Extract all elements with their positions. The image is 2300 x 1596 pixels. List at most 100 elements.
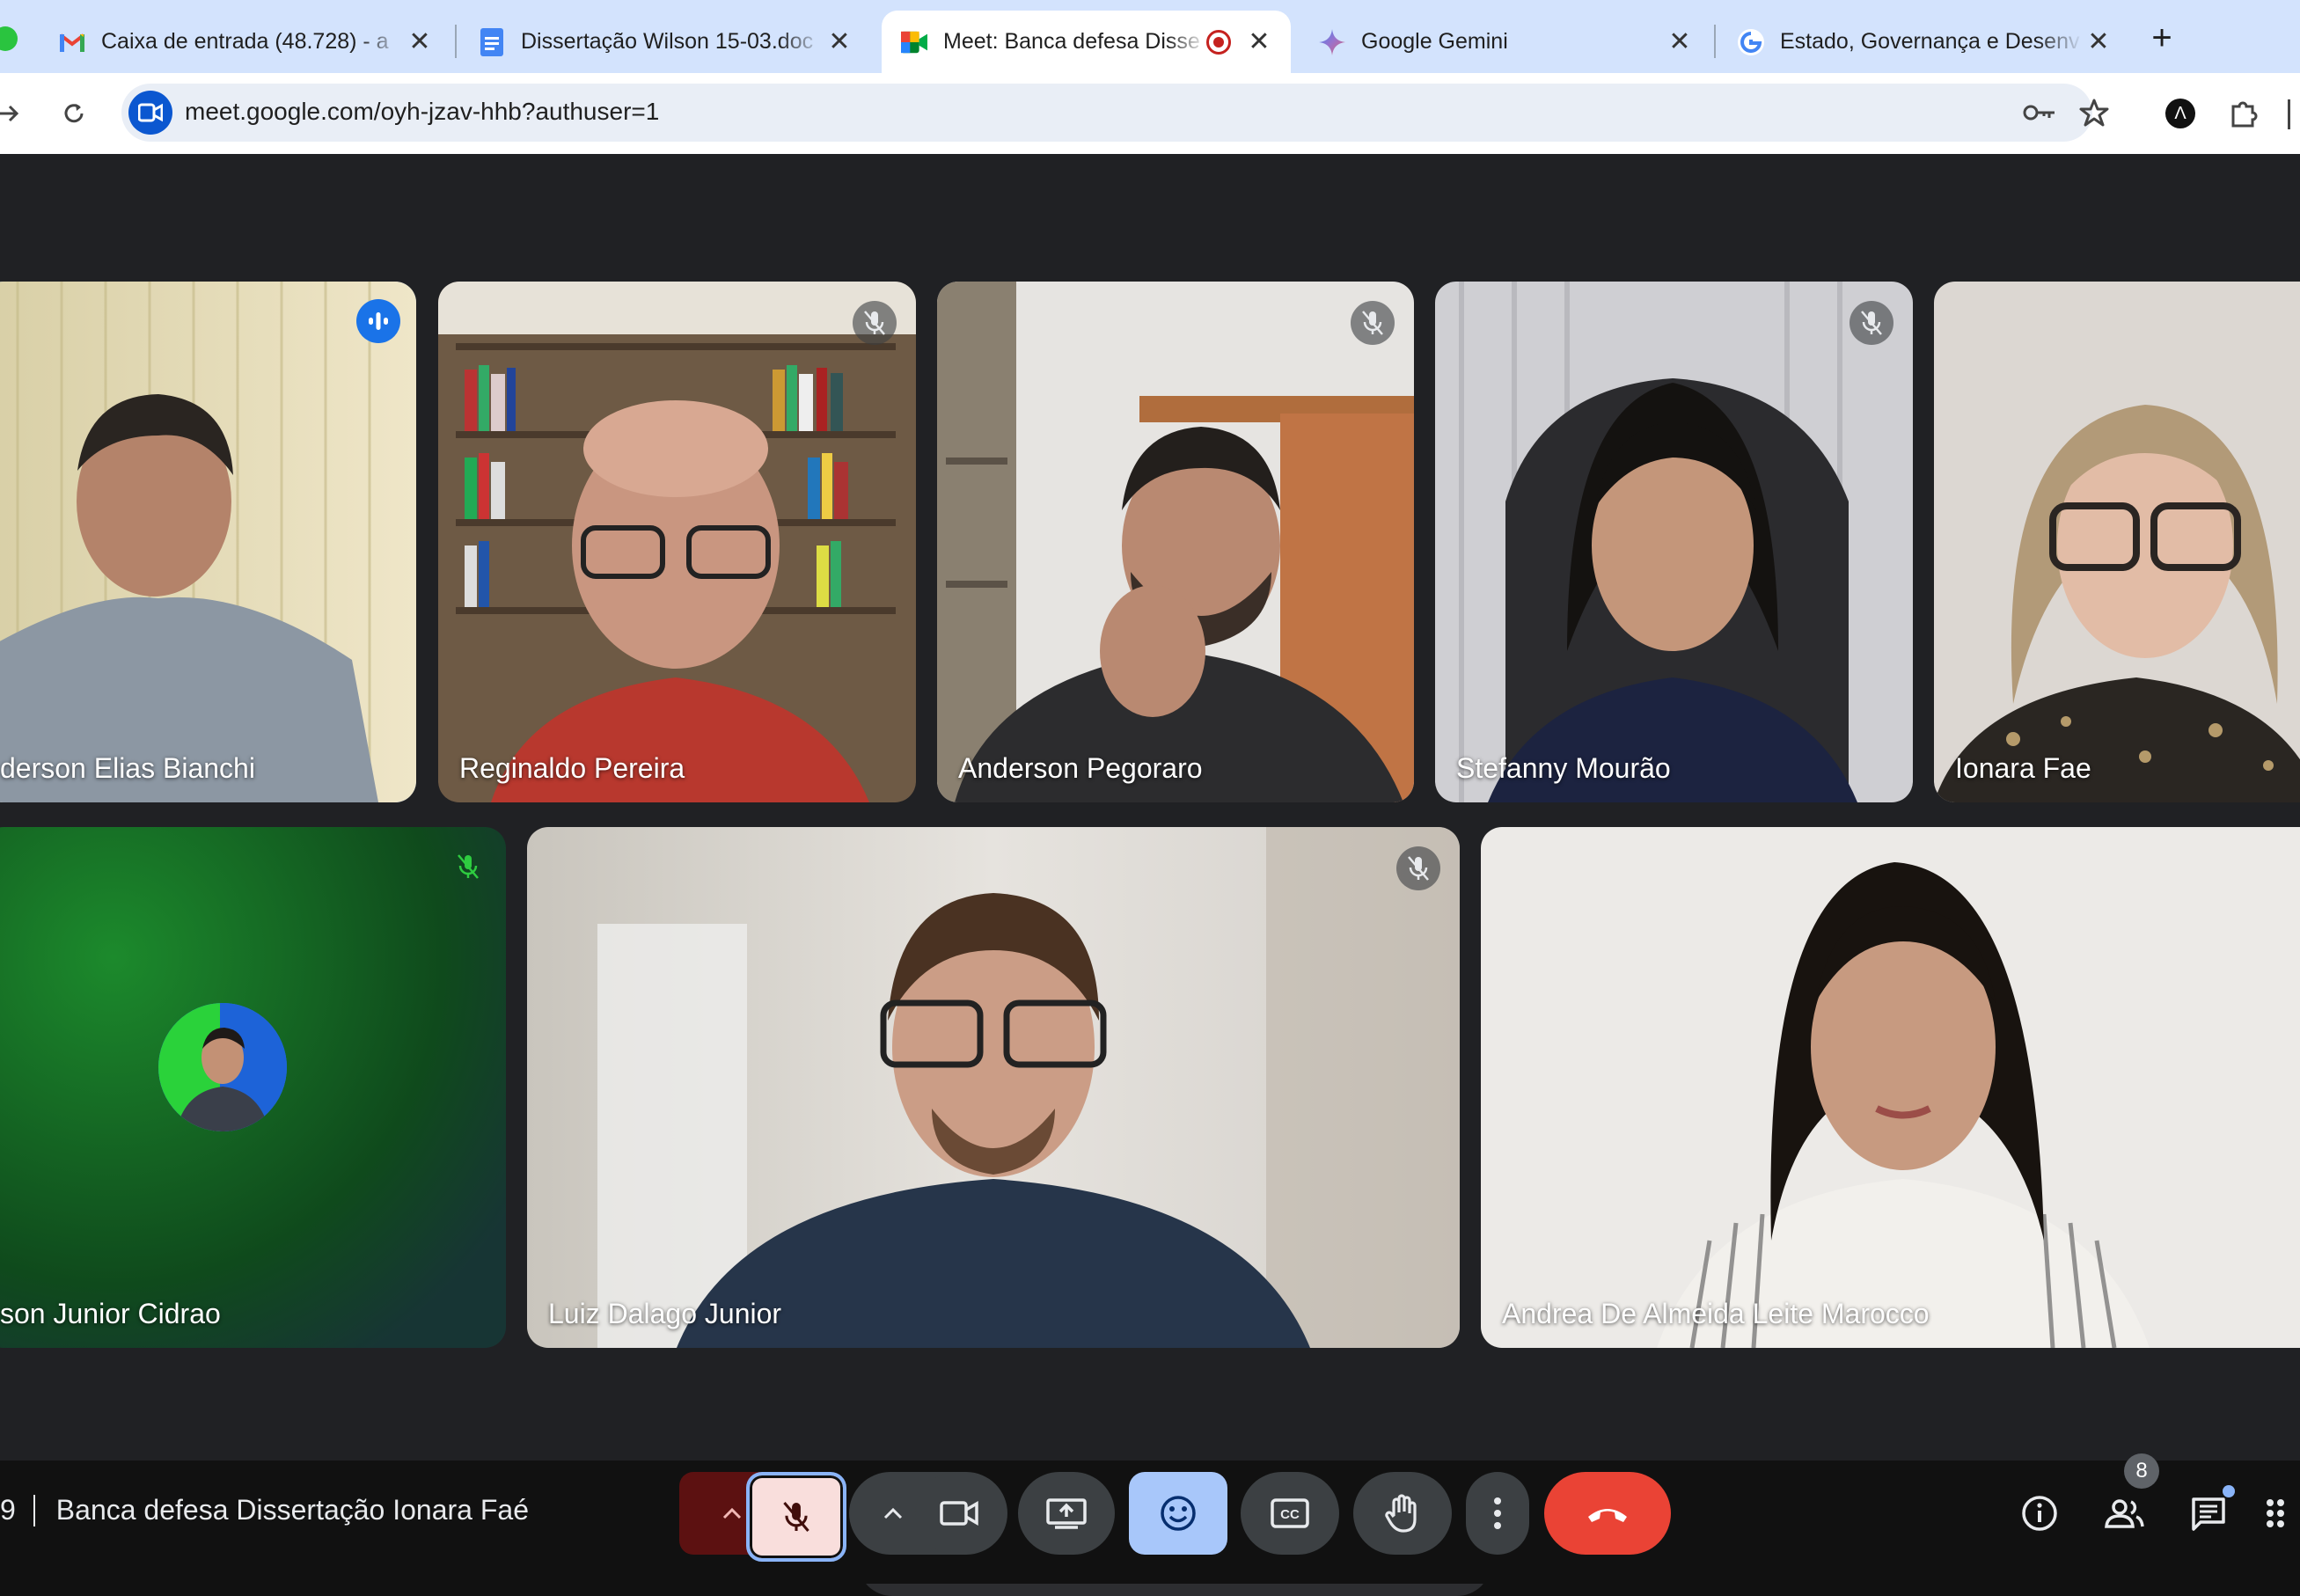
camera-toggle-button[interactable] (915, 1472, 1003, 1555)
google-meet-icon (901, 29, 927, 55)
participant-name: Ionara Fae (1955, 752, 2091, 784)
raise-hand-icon (1385, 1494, 1417, 1533)
participant-tile[interactable]: Stefanny Mourão (1435, 282, 1913, 802)
activities-button[interactable] (2265, 1485, 2300, 1541)
captions-button[interactable]: CC (1241, 1472, 1339, 1555)
participant-tile[interactable]: Ionara Fae (1934, 282, 2300, 802)
tab-docs[interactable]: Dissertação Wilson 15-03.doc ✕ (459, 11, 871, 73)
chat-icon (2192, 1497, 2225, 1531)
meeting-title: Banca defesa Dissertação Ionara Faé (55, 1494, 529, 1526)
participant-tile[interactable]: derson Elias Bianchi (0, 282, 416, 802)
extensions-puzzle-icon[interactable] (2219, 89, 2268, 138)
forward-icon[interactable] (0, 89, 33, 138)
speaking-indicator-icon (356, 299, 400, 343)
tab-strip: Caixa de entrada (48.728) - a ✕ Disserta… (0, 0, 2300, 73)
browser-chrome: Caixa de entrada (48.728) - a ✕ Disserta… (0, 0, 2300, 154)
participant-video (1435, 282, 1913, 802)
participant-tile[interactable]: son Junior Cidrao (0, 827, 506, 1348)
site-info-meet-icon[interactable] (128, 91, 172, 135)
tab-title: Dissertação Wilson 15-03.doc (521, 29, 814, 54)
participant-count-badge: 8 (2124, 1453, 2159, 1489)
new-tab-button[interactable]: + (2140, 16, 2184, 60)
microphone-toggle-button[interactable] (746, 1472, 846, 1562)
reload-icon[interactable] (49, 89, 99, 138)
end-call-icon (1588, 1509, 1627, 1522)
participant-name: Reginaldo Pereira (459, 752, 685, 784)
participant-name: Anderson Pegoraro (958, 752, 1203, 784)
bookmark-star-icon[interactable] (2069, 88, 2119, 137)
leave-call-button[interactable] (1544, 1472, 1671, 1555)
participant-tile[interactable]: Anderson Pegoraro (937, 282, 1414, 802)
reactions-button[interactable] (1129, 1472, 1227, 1555)
participant-video (1934, 282, 2300, 802)
participant-name: son Junior Cidrao (0, 1298, 221, 1329)
chat-button[interactable] (2180, 1485, 2237, 1541)
mic-muted-icon (1850, 301, 1893, 345)
present-screen-icon (1046, 1498, 1087, 1529)
info-icon (2022, 1496, 2057, 1531)
participant-video (438, 282, 916, 802)
people-icon (2105, 1499, 2144, 1528)
people-button[interactable]: 8 (2096, 1453, 2159, 1541)
close-tab-icon[interactable]: ✕ (1243, 26, 1275, 58)
tab-google[interactable]: Estado, Governança e Desenv ✕ (1718, 11, 2130, 73)
present-screen-button[interactable] (1018, 1472, 1115, 1555)
close-tab-icon[interactable]: ✕ (2083, 26, 2114, 58)
mic-off-icon (783, 1502, 809, 1532)
participant-video (1481, 827, 2300, 1348)
participant-video (937, 282, 1414, 802)
more-vert-icon (1494, 1497, 1501, 1529)
participant-name: derson Elias Bianchi (0, 752, 255, 784)
password-key-icon[interactable] (2015, 88, 2064, 137)
closed-captions-icon: CC (1271, 1498, 1309, 1528)
gemini-icon (1319, 28, 1345, 55)
chat-unread-dot (2223, 1485, 2235, 1497)
google-icon (1738, 28, 1764, 55)
address-bar[interactable]: meet.google.com/oyh-jzav-hhb?authuser=1 (121, 84, 2109, 142)
raise-hand-button[interactable] (1353, 1472, 1452, 1555)
tab-title: Meet: Banca defesa Disse (943, 29, 1200, 54)
extension-account-icon[interactable]: Λ (2156, 89, 2205, 138)
close-tab-icon[interactable]: ✕ (404, 26, 436, 58)
tab-gemini[interactable]: Google Gemini ✕ (1300, 11, 1711, 73)
tab-gmail[interactable]: Caixa de entrada (48.728) - a ✕ (40, 11, 451, 73)
emoji-smile-icon (1161, 1496, 1196, 1531)
recording-icon (1206, 29, 1231, 55)
mic-muted-icon (446, 845, 490, 889)
tab-title: Caixa de entrada (48.728) - a (101, 29, 389, 54)
participant-name: Stefanny Mourão (1456, 752, 1671, 784)
participant-name: Luiz Dalago Junior (548, 1298, 782, 1329)
mic-muted-icon (1396, 846, 1440, 890)
meeting-controls-bar: 9 Banca defesa Dissertação Ionara Faé CC (0, 1453, 2300, 1584)
google-docs-icon (479, 27, 505, 56)
tab-divider (1714, 25, 1716, 58)
participant-video (527, 827, 1460, 1348)
browser-toolbar: meet.google.com/oyh-jzav-hhb?authuser=1 … (0, 73, 2300, 154)
participant-tile[interactable]: Luiz Dalago Junior (527, 827, 1460, 1348)
mic-muted-icon (853, 301, 897, 345)
svg-text:CC: CC (1280, 1507, 1300, 1522)
participant-tile[interactable]: Reginaldo Pereira (438, 282, 916, 802)
meeting-stage: derson Elias Bianchi Reginaldo Pereira A… (0, 154, 2300, 1596)
close-tab-icon[interactable]: ✕ (824, 26, 855, 58)
tab-meet-active[interactable]: Meet: Banca defesa Disse ✕ (882, 11, 1291, 73)
participant-tile[interactable]: Andrea De Almeida Leite Marocco (1481, 827, 2300, 1348)
apps-grid-icon (2267, 1499, 2284, 1527)
participant-video (0, 282, 416, 802)
meeting-info: 9 Banca defesa Dissertação Ionara Faé (0, 1494, 529, 1526)
chevron-up-icon (883, 1507, 903, 1519)
close-tab-icon[interactable]: ✕ (1664, 26, 1696, 58)
meeting-clock: 9 (0, 1494, 16, 1526)
more-options-button[interactable] (1466, 1472, 1529, 1555)
url-text: meet.google.com/oyh-jzav-hhb?authuser=1 (185, 98, 660, 125)
divider (33, 1494, 35, 1526)
video-camera-icon (940, 1500, 978, 1526)
tab-title: Estado, Governança e Desenv (1780, 29, 2080, 54)
mic-muted-icon (1351, 301, 1395, 345)
participant-name: Andrea De Almeida Leite Marocco (1502, 1298, 1930, 1329)
meeting-details-button[interactable] (2011, 1485, 2068, 1541)
gmail-icon (59, 29, 85, 55)
avatar (158, 1003, 287, 1131)
window-control-green[interactable] (0, 26, 18, 51)
tab-divider (455, 25, 457, 58)
